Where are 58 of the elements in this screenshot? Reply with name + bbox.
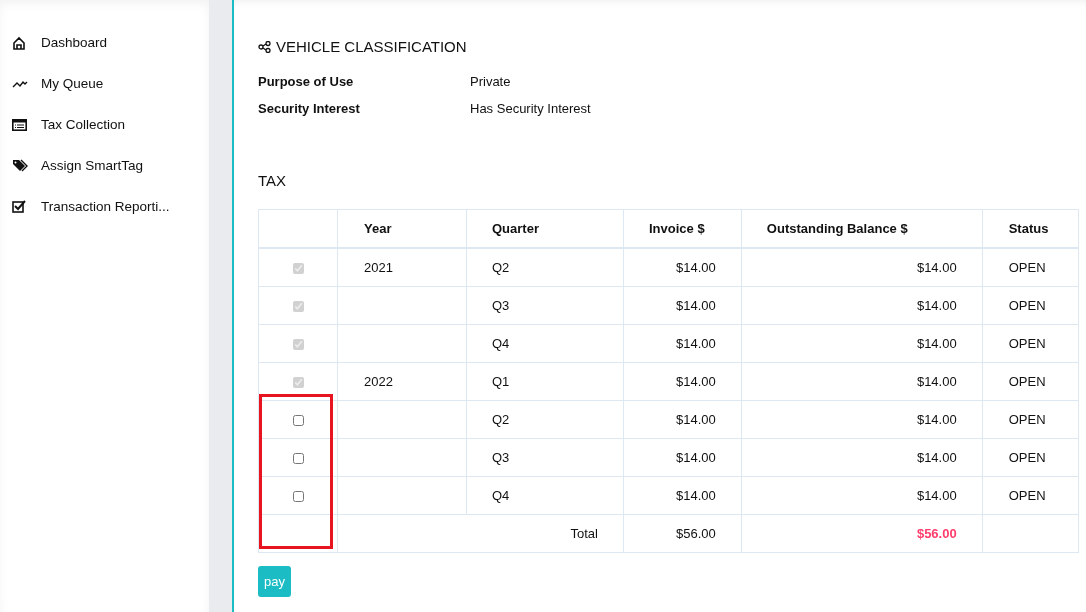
sidebar-item[interactable]: My Queue bbox=[41, 76, 104, 91]
table-cell: $14.00 bbox=[741, 362, 983, 401]
table-cell: OPEN bbox=[982, 362, 1079, 401]
column-header: Quarter bbox=[466, 209, 624, 248]
checked-box-icon bbox=[12, 200, 26, 213]
table-cell: OPEN bbox=[982, 248, 1079, 287]
row-checkbox[interactable] bbox=[292, 453, 304, 465]
column-header: Year bbox=[337, 209, 467, 248]
column-header: Outstanding Balance $ bbox=[741, 209, 983, 248]
trend-line-icon bbox=[12, 78, 28, 89]
table-cell: $14.00 bbox=[623, 476, 742, 515]
sidebar-item[interactable]: Transaction Reporti... bbox=[41, 199, 170, 214]
home-icon bbox=[12, 35, 26, 50]
table-cell: Q2 bbox=[466, 400, 624, 439]
table-cell: Total bbox=[337, 514, 624, 553]
row-checkbox[interactable] bbox=[292, 491, 304, 503]
table-cell: $14.00 bbox=[623, 362, 742, 401]
table-cell: OPEN bbox=[982, 476, 1079, 515]
column-header: Invoice $ bbox=[623, 209, 742, 248]
table-cell: $14.00 bbox=[623, 286, 742, 325]
table-cell: 2021 bbox=[337, 248, 467, 287]
sidebar-item[interactable]: Assign SmartTag bbox=[41, 158, 144, 173]
sidebar-item[interactable]: Dashboard bbox=[41, 35, 108, 50]
share-icon bbox=[258, 40, 271, 53]
sidebar-item[interactable]: Tax Collection bbox=[41, 117, 126, 132]
table-cell: Q1 bbox=[466, 362, 624, 401]
field-value: Private bbox=[470, 74, 511, 89]
table-cell: Q3 bbox=[466, 438, 624, 477]
table-cell: $14.00 bbox=[741, 286, 983, 325]
table-cell: $56.00 bbox=[741, 514, 983, 553]
table-cell: OPEN bbox=[982, 400, 1079, 439]
field-value: Has Security Interest bbox=[470, 101, 591, 116]
table-cell: $14.00 bbox=[741, 476, 983, 515]
table-cell: OPEN bbox=[982, 324, 1079, 363]
table-cell: 2022 bbox=[337, 362, 467, 401]
section-title: TAX bbox=[258, 172, 288, 189]
table-cell: Q2 bbox=[466, 248, 624, 287]
row-checkbox[interactable] bbox=[292, 415, 304, 427]
table-cell: $14.00 bbox=[741, 400, 983, 439]
field-label: Security Interest bbox=[258, 101, 361, 116]
table-cell: Q4 bbox=[466, 324, 624, 363]
table-cell: $14.00 bbox=[741, 324, 983, 363]
table-cell: $14.00 bbox=[741, 248, 983, 287]
table-cell: $14.00 bbox=[623, 438, 742, 477]
table-cell: Q3 bbox=[466, 286, 624, 325]
column-header: Status bbox=[982, 209, 1079, 248]
table-cell: OPEN bbox=[982, 286, 1079, 325]
table-cell: $56.00 bbox=[623, 514, 742, 553]
section-title: VEHICLE CLASSIFICATION bbox=[276, 38, 467, 55]
table-cell: $14.00 bbox=[623, 324, 742, 363]
field-label: Purpose of Use bbox=[258, 74, 355, 89]
list-icon bbox=[12, 118, 27, 131]
table-cell: $14.00 bbox=[623, 400, 742, 439]
table-cell: $14.00 bbox=[741, 438, 983, 477]
table-cell: $14.00 bbox=[623, 248, 742, 287]
table-cell: OPEN bbox=[982, 438, 1079, 477]
table-cell: Q4 bbox=[466, 476, 624, 515]
tags-icon bbox=[12, 159, 29, 172]
